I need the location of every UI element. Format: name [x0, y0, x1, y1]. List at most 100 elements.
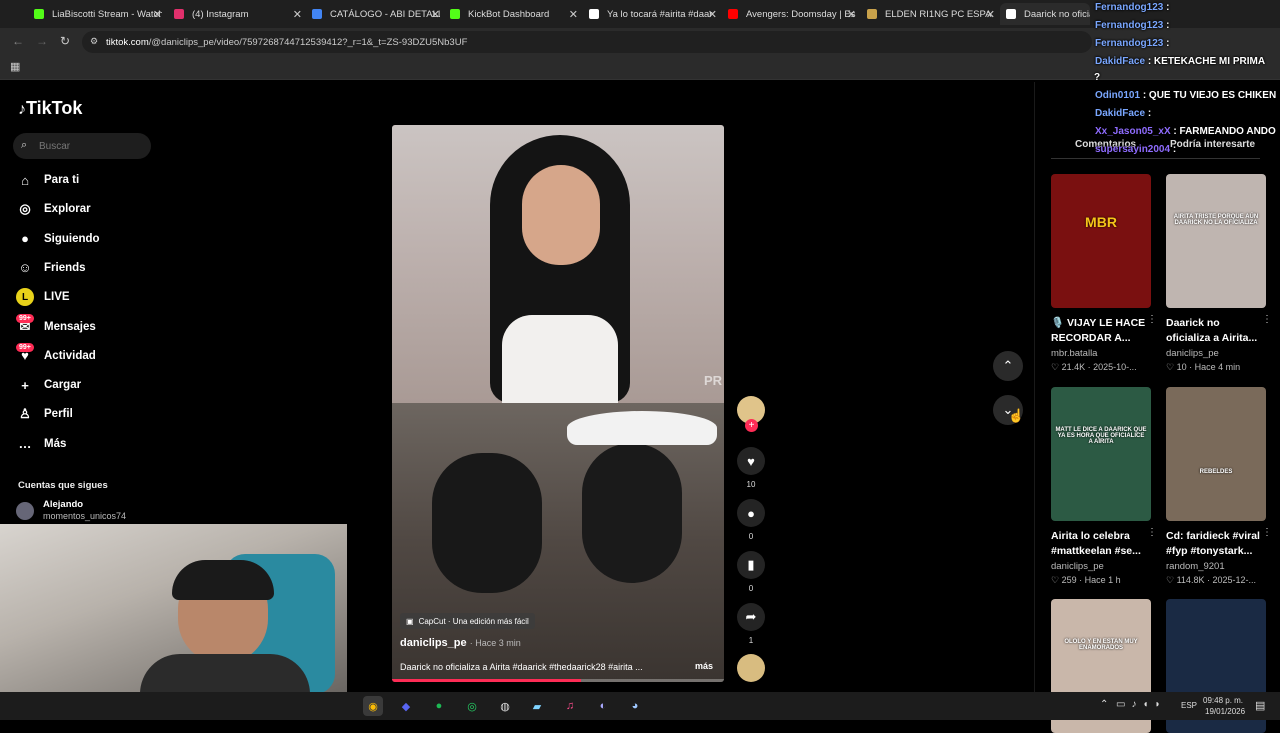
nav-item[interactable]: ✉ 99+ Mensajes — [16, 313, 96, 339]
nav-label: Más — [44, 437, 67, 450]
whatsapp-icon[interactable]: ◎ — [462, 696, 482, 716]
browser-tab[interactable]: KickBot Dashboard ✕ — [444, 3, 578, 25]
video-thumbnail[interactable]: AIRITA TRISTE PORQUE AÚN DAARICK NO LA O… — [1166, 174, 1266, 308]
tab-close-icon[interactable]: ✕ — [153, 8, 162, 21]
comment-button[interactable]: ● 0 — [737, 499, 765, 541]
capcut-icon: ▣ — [406, 616, 414, 626]
app-icon[interactable]: ◐ — [593, 696, 613, 716]
clock-date[interactable]: 19/01/2026 — [1205, 707, 1245, 716]
share-button[interactable]: ➦ 1 — [737, 603, 765, 645]
nav-item[interactable]: ♥ 99+ Actividad — [16, 342, 96, 368]
save-button[interactable]: ▮ 0 — [737, 551, 765, 593]
nav-label: Siguiendo — [44, 232, 100, 245]
video-caption: Daarick no oficializa a Airita #daarick … — [400, 662, 643, 672]
tab-recommended[interactable]: Podría interesarte — [1170, 139, 1255, 150]
browser-tab[interactable]: ELDEN RI1NG PC ESPA ✕ — [861, 3, 995, 25]
recommended-video-card[interactable]: REBELDES Cd: faridieck #viral #fyp #tonys… — [1166, 387, 1272, 586]
chat-message: Xx_Jason05_xX : FARMEANDO ANDO — [1095, 126, 1276, 137]
nav-item[interactable]: ⌂ Para ti — [16, 168, 79, 192]
video-thumbnail[interactable]: MATT LE DICE A DAARICK QUE YA ES HORA QU… — [1051, 387, 1151, 521]
tab-close-icon[interactable]: ✕ — [569, 8, 578, 21]
heart-icon: ♡ — [1051, 575, 1060, 585]
chat-username: supersayin2004 — [1095, 144, 1171, 155]
nav-item[interactable]: ◎ Explorar — [16, 197, 90, 221]
card-author[interactable]: mbr.batalla — [1051, 348, 1151, 359]
author-avatar-button[interactable]: + — [737, 396, 765, 432]
video-player[interactable]: PR ▣ CapCut · Una edición más fácil danic… — [392, 125, 724, 682]
search-icon: ⌕ — [21, 139, 28, 151]
nav-item[interactable]: L LIVE — [16, 285, 70, 309]
browser-tab[interactable]: Ya lo tocará #airita #daar ✕ — [583, 3, 717, 25]
tab-title: KickBot Dashboard — [468, 8, 550, 20]
chevron-up-icon: ⌃ — [1002, 358, 1014, 373]
steam-icon[interactable]: ◕ — [625, 696, 645, 716]
language-indicator[interactable]: ESP — [1181, 701, 1197, 710]
recommended-video-card[interactable]: AIRITA TRISTE PORQUE AÚN DAARICK NO LA O… — [1166, 174, 1272, 373]
video-author[interactable]: daniclips_pe · Hace 3 min — [400, 637, 521, 649]
follow-plus-icon[interactable]: + — [745, 419, 758, 432]
obs-icon[interactable]: ◍ — [495, 696, 515, 716]
tiktok-logo[interactable]: ♪TikTok — [18, 98, 82, 119]
nav-item[interactable]: ♙ Perfil — [16, 402, 73, 426]
nav-item[interactable]: + Cargar — [16, 373, 81, 397]
more-options-icon[interactable]: ⋮ — [1147, 527, 1157, 538]
nav-item[interactable]: … Más — [16, 432, 67, 456]
previous-video-button[interactable]: ⌃ — [993, 351, 1023, 381]
capcut-badge[interactable]: ▣ CapCut · Una edición más fácil — [400, 613, 535, 629]
more-options-icon[interactable]: ⋮ — [1147, 314, 1157, 325]
search-input[interactable]: ⌕ Buscar — [13, 133, 151, 159]
browser-tab[interactable]: LiaBiscotti Stream - Watch ✕ — [28, 3, 162, 25]
recommended-video-card[interactable]: MATT LE DICE A DAARICK QUE YA ES HORA QU… — [1051, 387, 1157, 586]
more-options-icon[interactable]: ⋮ — [1262, 527, 1272, 538]
nav-item[interactable]: ● Siguiendo — [16, 227, 100, 251]
tab-close-icon[interactable]: ✕ — [708, 8, 717, 21]
chrome-icon[interactable]: ◉ — [363, 696, 383, 716]
card-author[interactable]: daniclips_pe — [1051, 561, 1151, 572]
friends-icon: ☺ — [18, 260, 32, 276]
more-options-icon[interactable]: ⋮ — [1262, 314, 1272, 325]
site-info-icon[interactable]: ⚙ — [90, 36, 98, 47]
browser-tab[interactable]: CATÁLOGO - ABI DETALLE ✕ — [306, 3, 440, 25]
notification-icon[interactable]: ▤ — [1255, 699, 1265, 712]
video-progress-track[interactable] — [392, 679, 724, 682]
tab-close-icon[interactable]: ✕ — [986, 8, 995, 21]
video-thumbnail[interactable]: REBELDES — [1166, 387, 1266, 521]
url-input[interactable]: ⚙ tiktok.com/@daniclips_pe/video/7597268… — [82, 31, 1092, 53]
nav-label: Perfil — [44, 408, 73, 421]
like-button[interactable]: ♥ 10 — [737, 447, 765, 489]
chat-text: : QUE TU VIEJO ES CHIKEN — [1142, 90, 1277, 101]
caption-more-link[interactable]: más — [695, 661, 713, 671]
tab-close-icon[interactable]: ✕ — [847, 8, 856, 21]
clock-time[interactable]: 09:48 p. m. — [1203, 696, 1243, 705]
files-icon[interactable]: ▰ — [527, 696, 547, 716]
video-thumbnail[interactable]: MBR — [1051, 174, 1151, 308]
tray-arrow-icon[interactable]: ⌃ — [1100, 699, 1108, 710]
messages-icon: ✉ 99+ — [16, 313, 34, 336]
reload-icon[interactable]: ↻ — [60, 34, 70, 48]
music-app-icon[interactable]: ♫ — [560, 696, 580, 716]
chat-text: : — [1147, 108, 1152, 119]
nav-item[interactable]: ☺ Friends — [16, 256, 85, 280]
url-domain: tiktok.com — [106, 36, 149, 48]
recommended-video-card[interactable]: MBR 🎙️ VIJAY LE HACE RECORDAR A... mbr.bat… — [1051, 174, 1157, 373]
browser-tab[interactable]: Avengers: Doomsday | Es ✕ — [722, 3, 856, 25]
chat-text: : — [1166, 38, 1170, 49]
spotify-icon[interactable]: ● — [429, 696, 449, 716]
browser-tab[interactable]: Daarick no oficializa — [1000, 3, 1090, 25]
browser-tab[interactable]: (4) Instagram ✕ — [168, 3, 302, 25]
back-icon[interactable]: ← — [12, 34, 24, 48]
discord-icon[interactable]: ◆ — [396, 696, 416, 716]
music-disc-button[interactable] — [737, 654, 765, 682]
webcam-overlay — [0, 524, 347, 692]
tab-close-icon[interactable]: ✕ — [431, 8, 440, 21]
compass-icon: ◎ — [19, 201, 31, 217]
card-author[interactable]: daniclips_pe — [1166, 348, 1266, 359]
following-item[interactable]: Alejando momentos_unicos74 — [16, 498, 166, 524]
chat-username: Odin0101 — [1095, 90, 1141, 101]
forward-icon[interactable]: → — [36, 34, 48, 48]
chat-message: Odin0101 : QUE TU VIEJO ES CHIKEN — [1095, 90, 1276, 101]
tab-close-icon[interactable]: ✕ — [293, 8, 302, 21]
card-author[interactable]: random_9201 — [1166, 561, 1266, 572]
apps-grid-icon[interactable]: ▦ — [10, 60, 20, 73]
tab-title: LiaBiscotti Stream - Watch — [52, 8, 162, 20]
